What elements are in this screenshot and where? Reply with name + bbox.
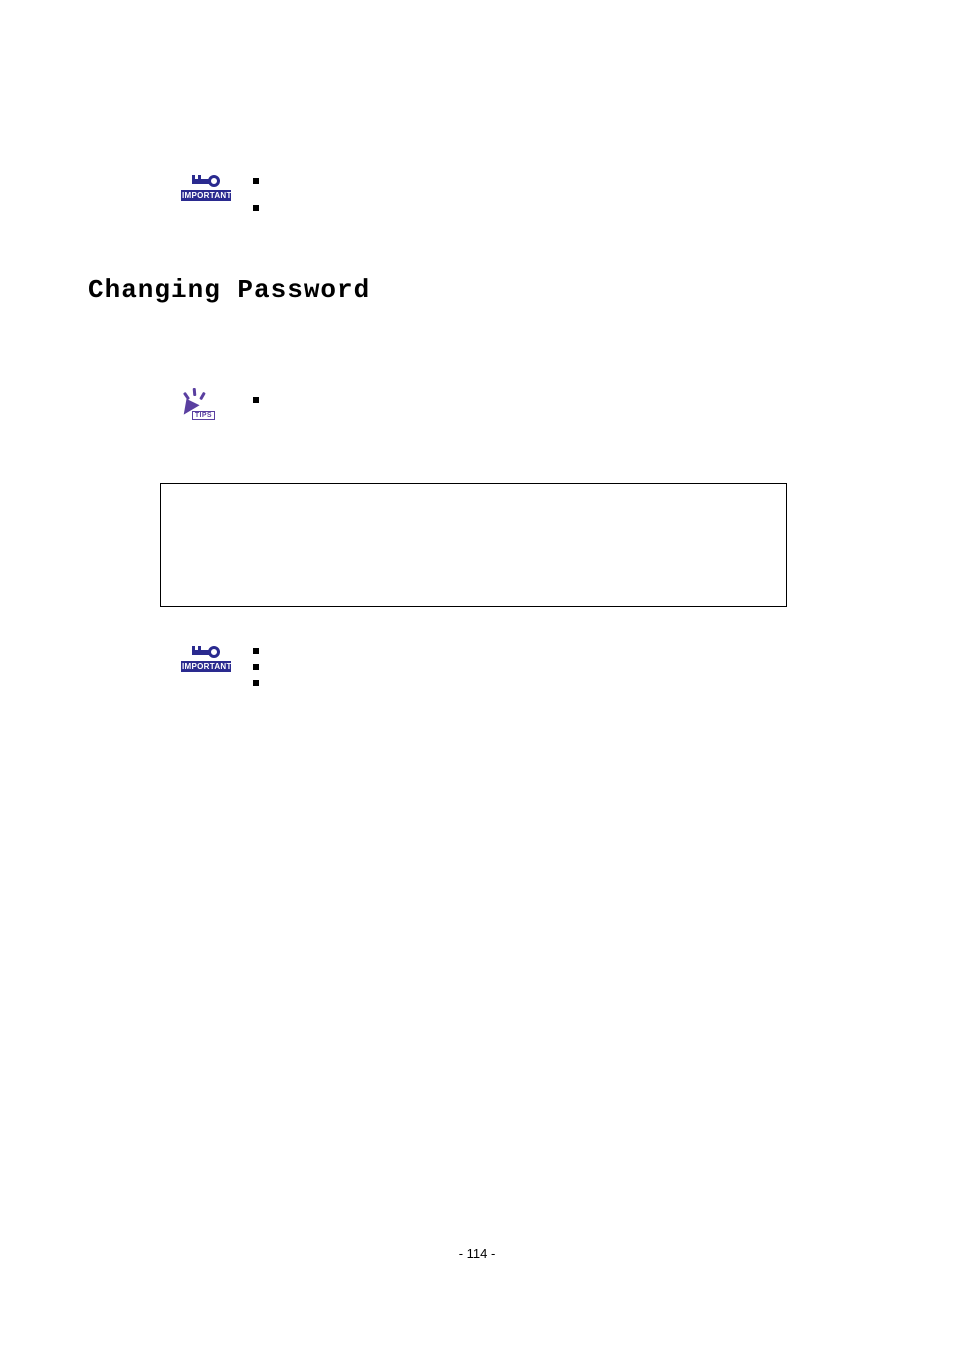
page: IMPORTANT Changing Password TIPS IMPORTA… [0, 0, 954, 1351]
important-icon: IMPORTANT [181, 645, 231, 672]
important-icon: IMPORTANT [181, 174, 231, 201]
section-heading: Changing Password [88, 275, 370, 305]
bullet-icon [253, 397, 259, 403]
tips-icon: TIPS [181, 390, 231, 420]
page-number: - 114 - [440, 1246, 514, 1261]
bullet-icon [253, 664, 259, 670]
content-box [160, 483, 787, 607]
important-badge: IMPORTANT [181, 190, 231, 201]
bullet-icon [253, 648, 259, 654]
bullet-icon [253, 680, 259, 686]
key-icon [181, 174, 231, 188]
key-icon [181, 645, 231, 659]
bullet-icon [253, 205, 259, 211]
important-badge: IMPORTANT [181, 661, 231, 672]
tips-badge: TIPS [192, 411, 215, 420]
bullet-icon [253, 178, 259, 184]
